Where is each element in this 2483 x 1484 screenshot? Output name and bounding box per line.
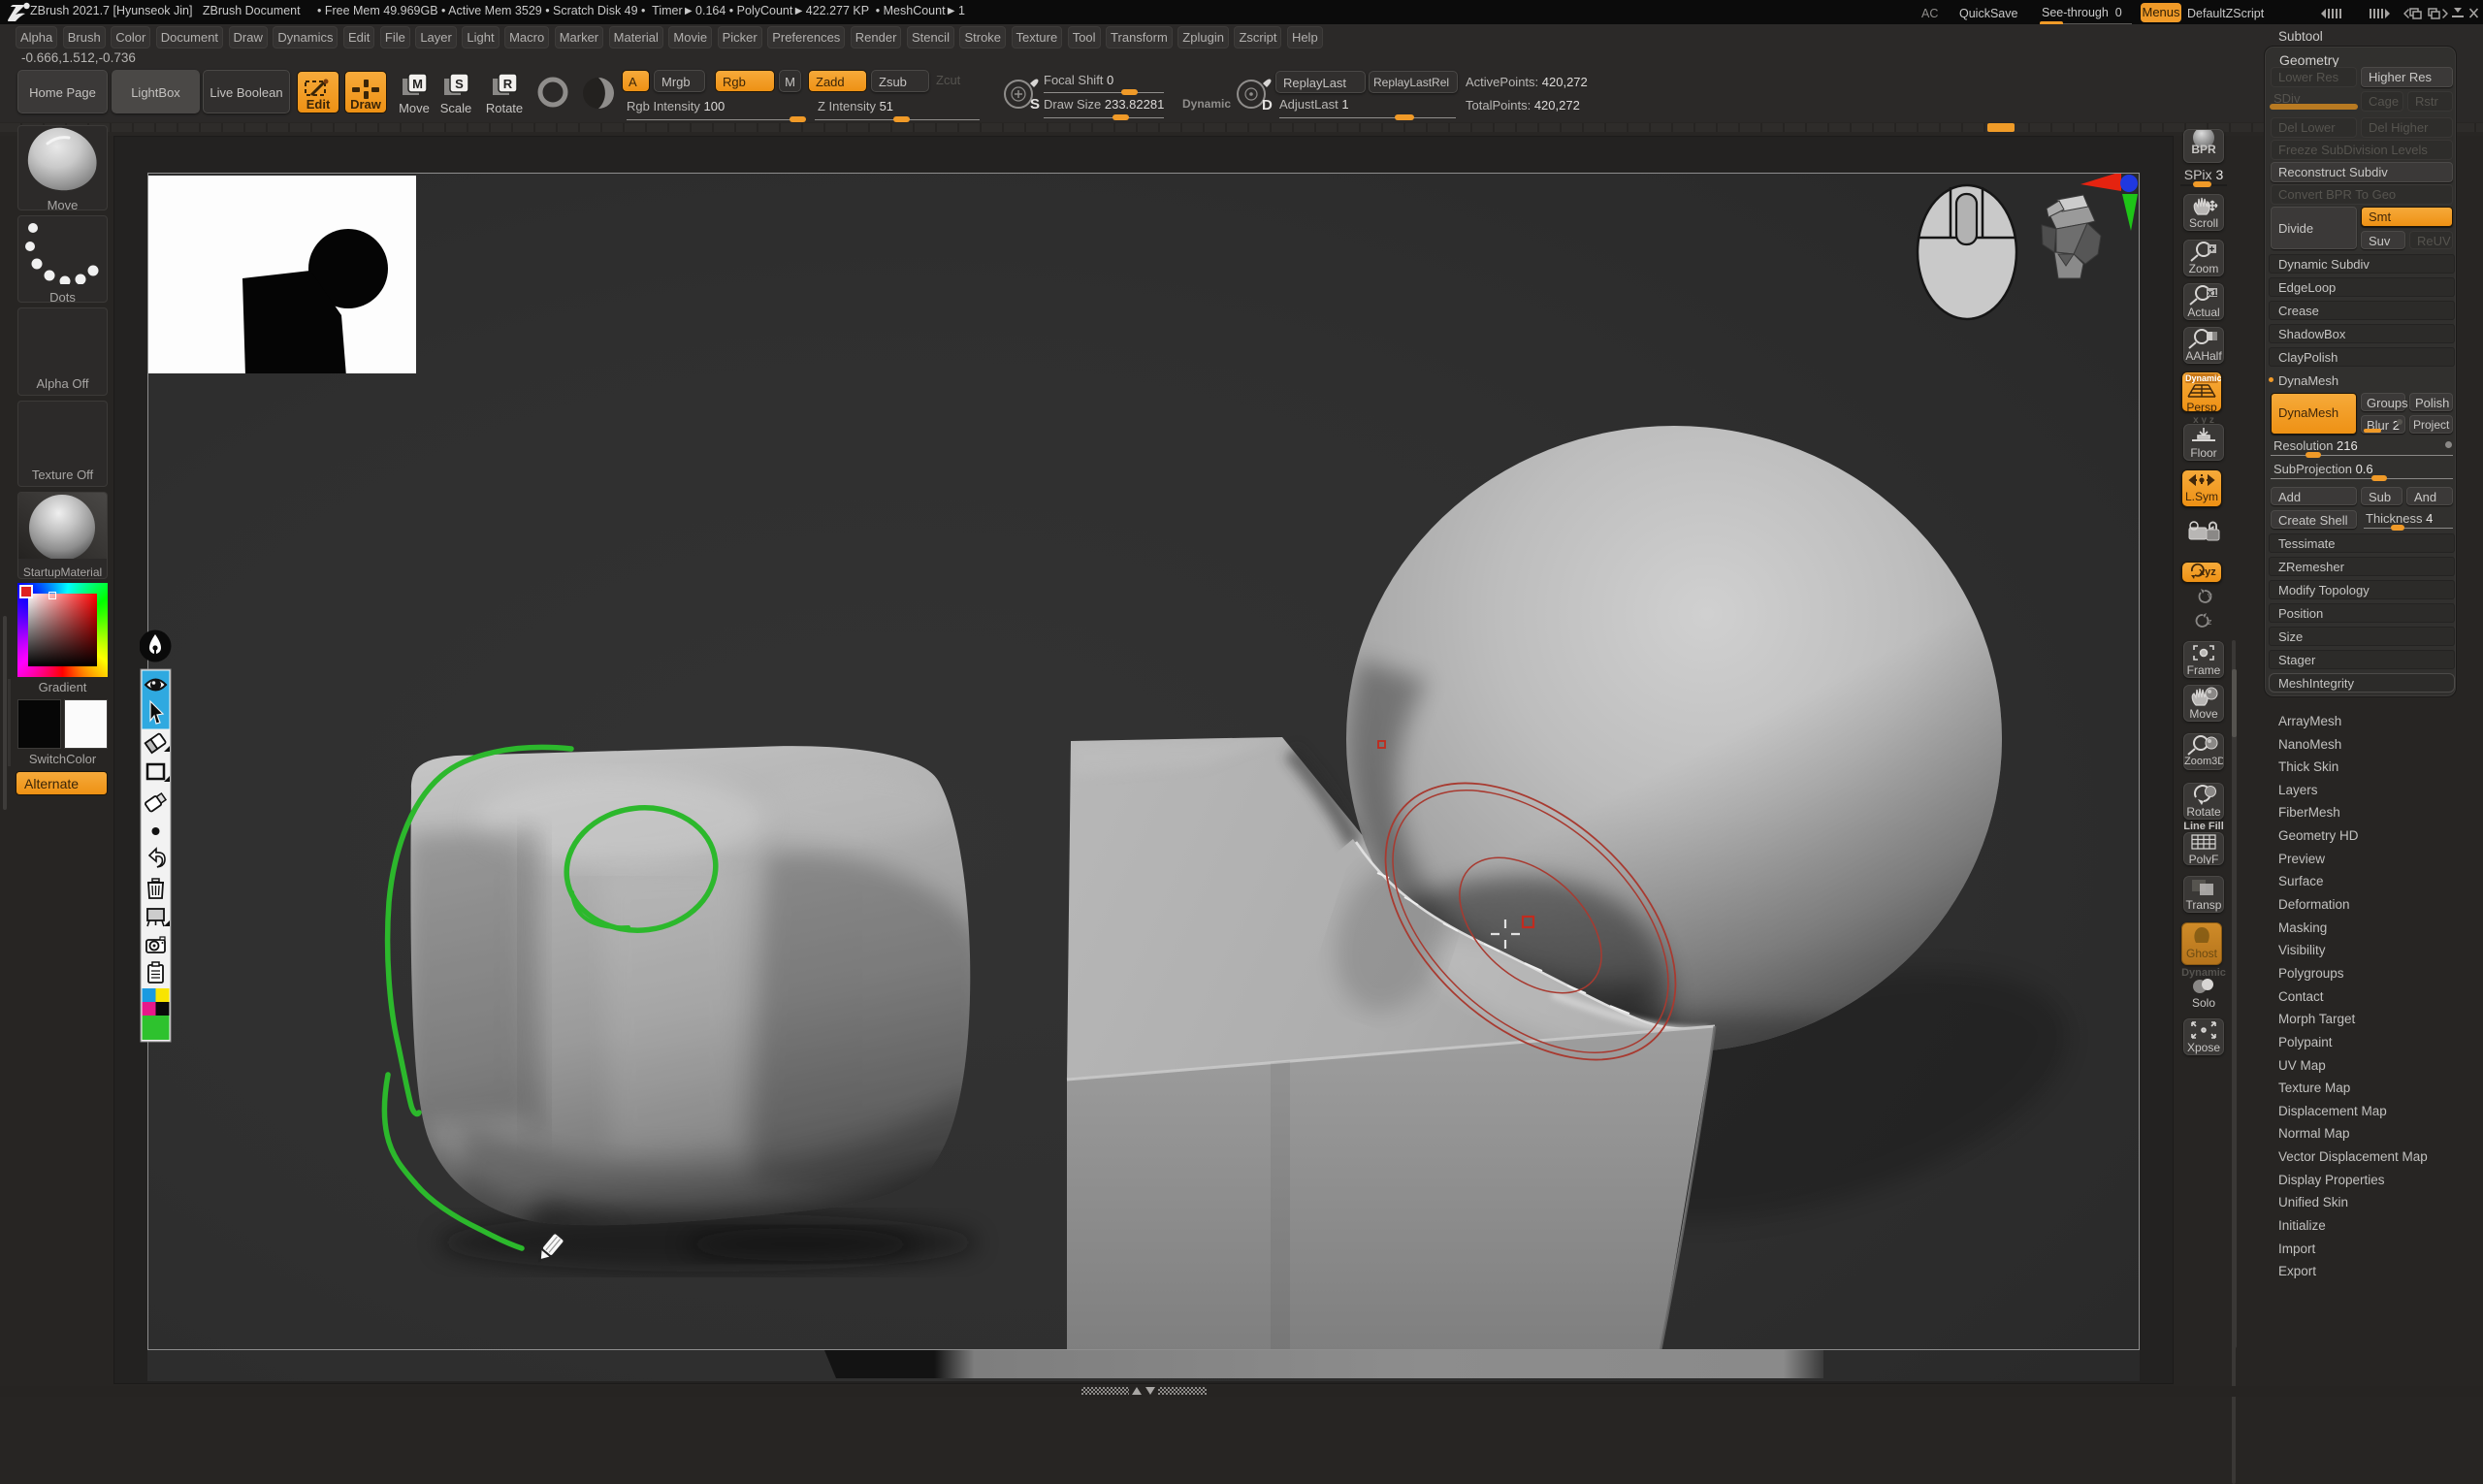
svg-text:S: S	[455, 77, 464, 91]
svg-text:Edit: Edit	[306, 97, 331, 112]
svg-text:y: y	[2208, 591, 2212, 600]
svg-text:R: R	[503, 77, 513, 91]
svg-text:xyz: xyz	[2199, 566, 2216, 578]
svg-text:Draw: Draw	[350, 97, 382, 112]
svg-text:D: D	[1262, 97, 1273, 113]
svg-text:x1: x1	[2208, 288, 2217, 298]
svg-text:M: M	[412, 77, 423, 91]
svg-text:z: z	[2208, 617, 2212, 627]
svg-text:S: S	[1030, 96, 1040, 113]
